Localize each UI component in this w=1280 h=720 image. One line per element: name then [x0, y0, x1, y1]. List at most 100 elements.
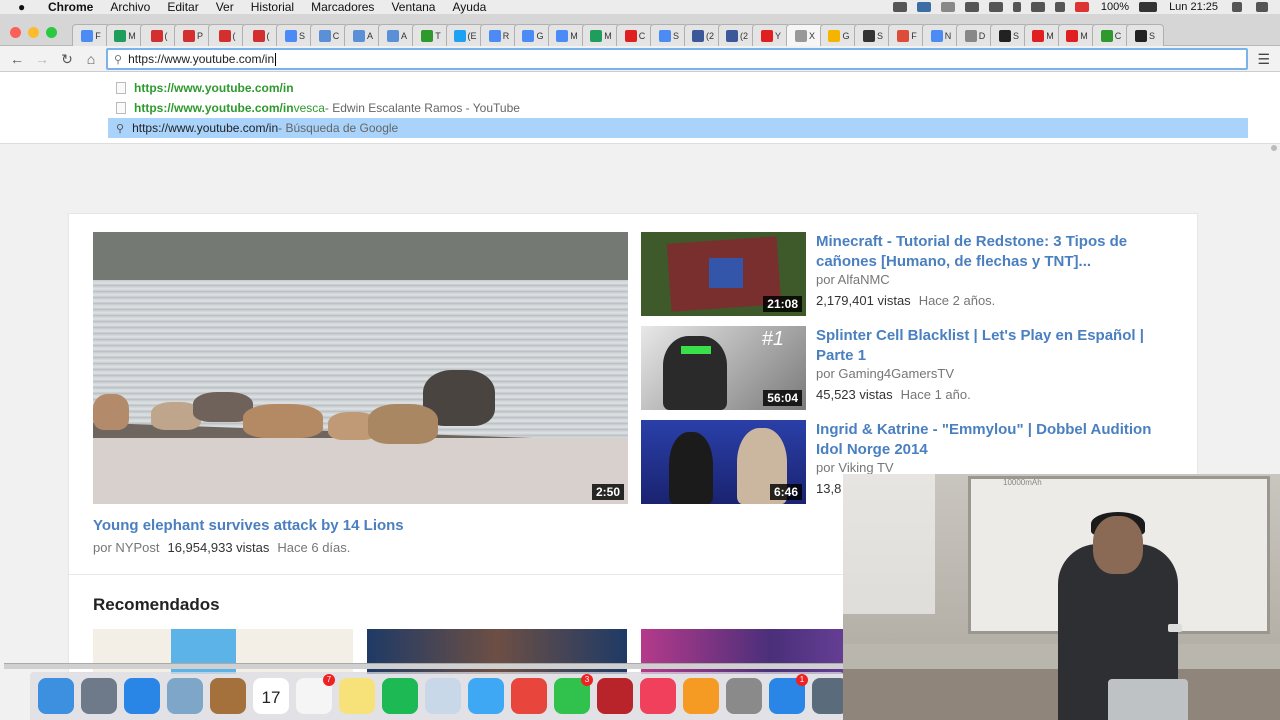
side-video-thumbnail[interactable]: #1 56:04 — [641, 326, 806, 410]
side-video-title[interactable]: Minecraft - Tutorial de Redstone: 3 Tipo… — [816, 232, 1181, 272]
itunes-icon[interactable] — [640, 678, 676, 714]
reload-button[interactable]: ↻ — [58, 50, 76, 68]
omnibox[interactable]: ⚲ https://www.youtube.com/in — [106, 48, 1248, 70]
browser-tab[interactable]: S — [854, 24, 892, 46]
volume-status-icon[interactable] — [1054, 2, 1065, 12]
calendar-icon[interactable]: 17 — [253, 678, 289, 714]
bell-status-icon[interactable] — [940, 2, 955, 12]
launchpad-icon[interactable] — [81, 678, 117, 714]
browser-tab[interactable]: (E — [446, 24, 484, 46]
side-video-thumbnail[interactable]: 21:08 — [641, 232, 806, 316]
browser-tab[interactable]: C — [1092, 24, 1130, 46]
menu-ver[interactable]: Ver — [216, 0, 234, 14]
notification-center-icon[interactable] — [1256, 2, 1268, 12]
timemachine-status-icon[interactable] — [988, 2, 1003, 12]
browser-tab[interactable]: R — [480, 24, 518, 46]
scrollbar-thumb[interactable] — [1271, 145, 1277, 151]
browser-tab[interactable]: S — [990, 24, 1028, 46]
reminders-icon[interactable]: 7 — [296, 674, 335, 714]
browser-tab[interactable]: F — [888, 24, 926, 46]
menu-ventana[interactable]: Ventana — [391, 0, 435, 14]
photo-icon[interactable] — [425, 678, 461, 714]
browser-tab[interactable]: C — [616, 24, 654, 46]
chrome-icon[interactable] — [511, 678, 547, 714]
forward-button[interactable]: → — [33, 50, 51, 68]
calculator-icon[interactable] — [726, 678, 762, 714]
spotlight-icon[interactable] — [1232, 2, 1242, 12]
browser-tab[interactable]: G — [514, 24, 552, 46]
chrome-menu-icon[interactable]: ☰ — [1257, 51, 1270, 68]
preview-icon[interactable] — [167, 678, 203, 714]
spotify-icon[interactable] — [382, 678, 418, 714]
browser-tab[interactable]: A — [378, 24, 416, 46]
apple-menu-icon[interactable]: ● — [18, 0, 30, 14]
home-button[interactable]: ⌂ — [82, 50, 100, 68]
browser-tab[interactable]: M — [582, 24, 620, 46]
browser-tab[interactable]: (2 — [718, 24, 756, 46]
bluetooth-status-icon[interactable] — [1012, 2, 1021, 12]
menubar-clock[interactable]: Lun 21:25 — [1169, 1, 1218, 13]
wifi-status-icon[interactable] — [1030, 2, 1045, 12]
close-window-button[interactable] — [10, 27, 21, 38]
browser-tab[interactable]: ( — [140, 24, 178, 46]
browser-tab[interactable]: F — [72, 24, 110, 46]
battery-percent[interactable]: 100% — [1101, 1, 1129, 13]
browser-tab[interactable]: G — [820, 24, 858, 46]
featured-video-thumbnail[interactable]: 2:50 — [93, 232, 628, 504]
menu-editar[interactable]: Editar — [167, 0, 198, 14]
featured-video-title[interactable]: Young elephant survives attack by 14 Lio… — [93, 517, 404, 534]
notes-icon[interactable] — [339, 678, 375, 714]
browser-tab[interactable]: N — [922, 24, 960, 46]
browser-tab[interactable]: S — [650, 24, 688, 46]
airplay-status-icon[interactable] — [964, 2, 979, 12]
flag-status-icon[interactable] — [1074, 2, 1089, 12]
side-video-item[interactable]: 21:08 Minecraft - Tutorial de Redstone: … — [641, 232, 1181, 316]
menu-historial[interactable]: Historial — [251, 0, 294, 14]
menu-ayuda[interactable]: Ayuda — [452, 0, 486, 14]
omnibox-text[interactable]: https://www.youtube.com/in — [128, 52, 274, 66]
finder-icon[interactable] — [38, 678, 74, 714]
browser-tab[interactable]: M — [1058, 24, 1096, 46]
browser-tab[interactable]: C — [310, 24, 348, 46]
menu-app-name[interactable]: Chrome — [48, 0, 93, 14]
facetime-icon[interactable]: 3 — [554, 674, 593, 714]
side-video-title[interactable]: Splinter Cell Blacklist | Let's Play en … — [816, 326, 1181, 366]
browser-tab[interactable]: Y — [752, 24, 790, 46]
side-video-channel[interactable]: por Viking TV — [816, 460, 894, 475]
browser-tab[interactable]: P — [174, 24, 212, 46]
side-video-channel[interactable]: por AlfaNMC — [816, 272, 890, 287]
browser-tab[interactable]: M — [1024, 24, 1062, 46]
browser-tab[interactable]: A — [344, 24, 382, 46]
battery-icon[interactable] — [1139, 2, 1158, 12]
suggestion-item[interactable]: https://www.youtube.com/in — [108, 78, 1248, 98]
browser-tab[interactable]: T — [412, 24, 450, 46]
zoom-window-button[interactable] — [46, 27, 57, 38]
photobooth-icon[interactable] — [597, 678, 633, 714]
featured-channel[interactable]: por NYPost — [93, 540, 159, 555]
ibooks-icon[interactable] — [683, 678, 719, 714]
menu-marcadores[interactable]: Marcadores — [311, 0, 374, 14]
browser-tab[interactable]: S — [276, 24, 314, 46]
back-button[interactable]: ← — [8, 50, 26, 68]
dropbox-status-icon[interactable] — [916, 2, 931, 12]
safari-icon[interactable] — [124, 678, 160, 714]
browser-tab[interactable]: ( — [208, 24, 246, 46]
side-video-thumbnail[interactable]: 6:46 — [641, 420, 806, 504]
browser-tab[interactable]: M — [106, 24, 144, 46]
side-video-item[interactable]: #1 56:04 Splinter Cell Blacklist | Let's… — [641, 326, 1181, 410]
side-video-title[interactable]: Ingrid & Katrine - "Emmylou" | Dobbel Au… — [816, 420, 1181, 460]
suggestion-item[interactable]: https://www.youtube.com/in vesca - Edwin … — [108, 98, 1248, 118]
suggestion-item-selected[interactable]: ⚲ https://www.youtube.com/in - Búsqueda … — [108, 118, 1248, 138]
menu-archivo[interactable]: Archivo — [110, 0, 150, 14]
browser-tab[interactable]: D — [956, 24, 994, 46]
contacts-icon[interactable] — [210, 678, 246, 714]
browser-tab[interactable]: S — [1126, 24, 1164, 46]
browser-tab[interactable]: ( — [242, 24, 280, 46]
camera-status-icon[interactable] — [892, 2, 907, 12]
minimize-window-button[interactable] — [28, 27, 39, 38]
browser-tab[interactable]: (2 — [684, 24, 722, 46]
messages-icon[interactable] — [468, 678, 504, 714]
browser-tab[interactable]: M — [548, 24, 586, 46]
appstore-icon[interactable]: 1 — [769, 674, 808, 714]
side-video-channel[interactable]: por Gaming4GamersTV — [816, 366, 954, 381]
